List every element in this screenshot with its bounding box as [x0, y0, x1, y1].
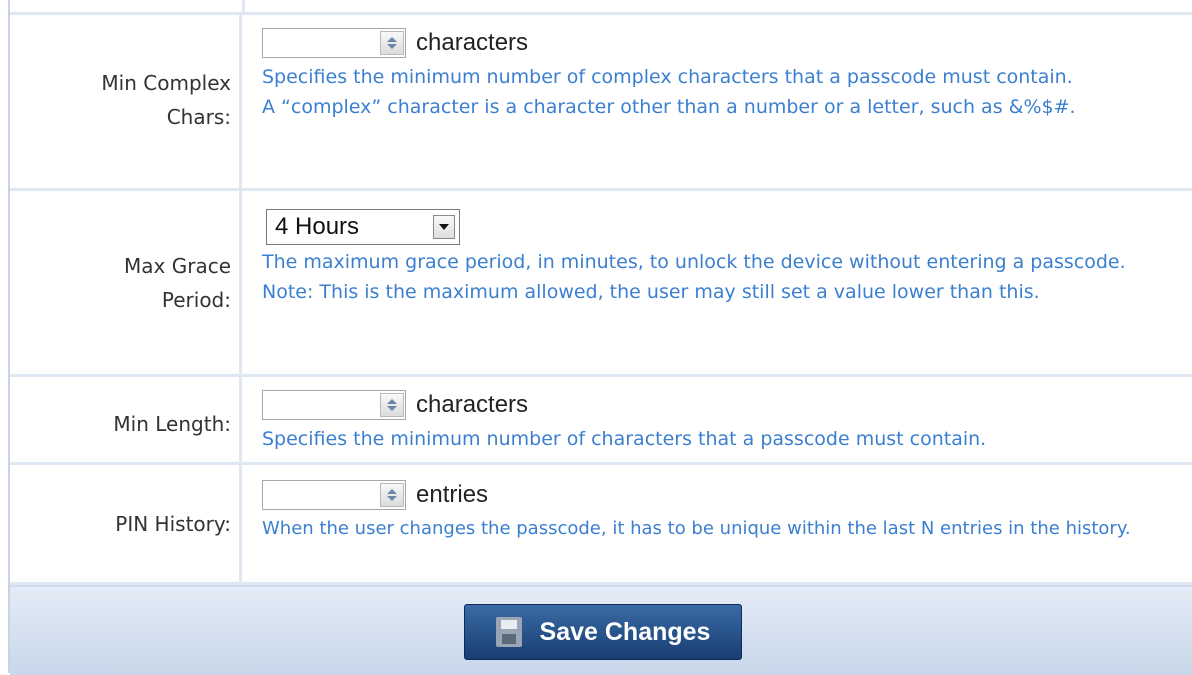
spinner-down-icon[interactable] [387, 406, 397, 411]
form-footer: Save Changes [10, 585, 1192, 675]
min-complex-chars-value-cell: characters Specifies the minimum number … [258, 12, 1192, 188]
spinner-up-icon[interactable] [387, 37, 397, 42]
min-complex-chars-spinner[interactable] [262, 28, 406, 58]
min-complex-chars-unit: characters [416, 29, 529, 56]
min-length-control-line: characters [262, 386, 1192, 424]
min-length-label: Min Length: [10, 377, 242, 462]
pin-history-control-line: entries [262, 476, 1192, 514]
spinner-down-icon[interactable] [387, 496, 397, 501]
spinner-up-icon[interactable] [387, 399, 397, 404]
min-complex-chars-help-1: Specifies the minimum number of complex … [262, 66, 1073, 88]
pin-history-unit: entries [416, 481, 489, 508]
max-grace-period-select[interactable]: 4 Hours [266, 209, 460, 245]
save-changes-label: Save Changes [539, 617, 711, 646]
min-complex-chars-control-line: characters [262, 24, 1192, 62]
min-length-unit: characters [416, 391, 529, 418]
min-length-value-cell: characters Specifies the minimum number … [258, 377, 1192, 462]
min-complex-chars-label: Min Complex Chars: [10, 12, 242, 188]
max-grace-period-help-1: The maximum grace period, in minutes, to… [262, 251, 1126, 273]
pin-history-label: PIN History: [10, 465, 242, 582]
spinner-arrows-icon[interactable] [380, 393, 404, 417]
max-grace-period-selected-value: 4 Hours [275, 213, 360, 240]
form-row-max-grace-period: Max Grace Period: 4 Hours The maximum gr… [10, 191, 1192, 377]
form-row-min-length: Min Length: characters Specifies the min… [10, 377, 1192, 465]
spinner-up-icon[interactable] [387, 489, 397, 494]
floppy-disk-icon [495, 617, 522, 647]
save-changes-button[interactable]: Save Changes [464, 604, 742, 660]
min-length-spinner[interactable] [262, 390, 406, 420]
max-grace-period-label: Max Grace Period: [10, 191, 242, 374]
pin-history-value-cell: entries When the user changes the passco… [258, 465, 1192, 582]
pin-history-help-1: When the user changes the passcode, it h… [262, 518, 1131, 539]
settings-form: Min Complex Chars: characters Specifies … [0, 0, 1192, 675]
max-grace-period-control-line: 4 Hours [258, 207, 1192, 247]
spinner-down-icon[interactable] [387, 44, 397, 49]
spinner-arrows-icon[interactable] [380, 483, 404, 507]
previous-row-label-cell [10, 0, 245, 12]
pin-history-spinner[interactable] [262, 480, 406, 510]
min-complex-chars-help-2: A “complex” character is a character oth… [262, 96, 1076, 118]
form-row-pin-history: PIN History: entries When the user chang… [10, 465, 1192, 585]
form-row-min-complex-chars: Min Complex Chars: characters Specifies … [10, 12, 1192, 191]
min-length-help-1: Specifies the minimum number of characte… [262, 428, 987, 450]
max-grace-period-help-2: Note: This is the maximum allowed, the u… [262, 281, 1040, 303]
spinner-arrows-icon[interactable] [380, 31, 404, 55]
dropdown-arrow-icon[interactable] [433, 215, 455, 239]
max-grace-period-value-cell: 4 Hours The maximum grace period, in min… [258, 191, 1192, 374]
